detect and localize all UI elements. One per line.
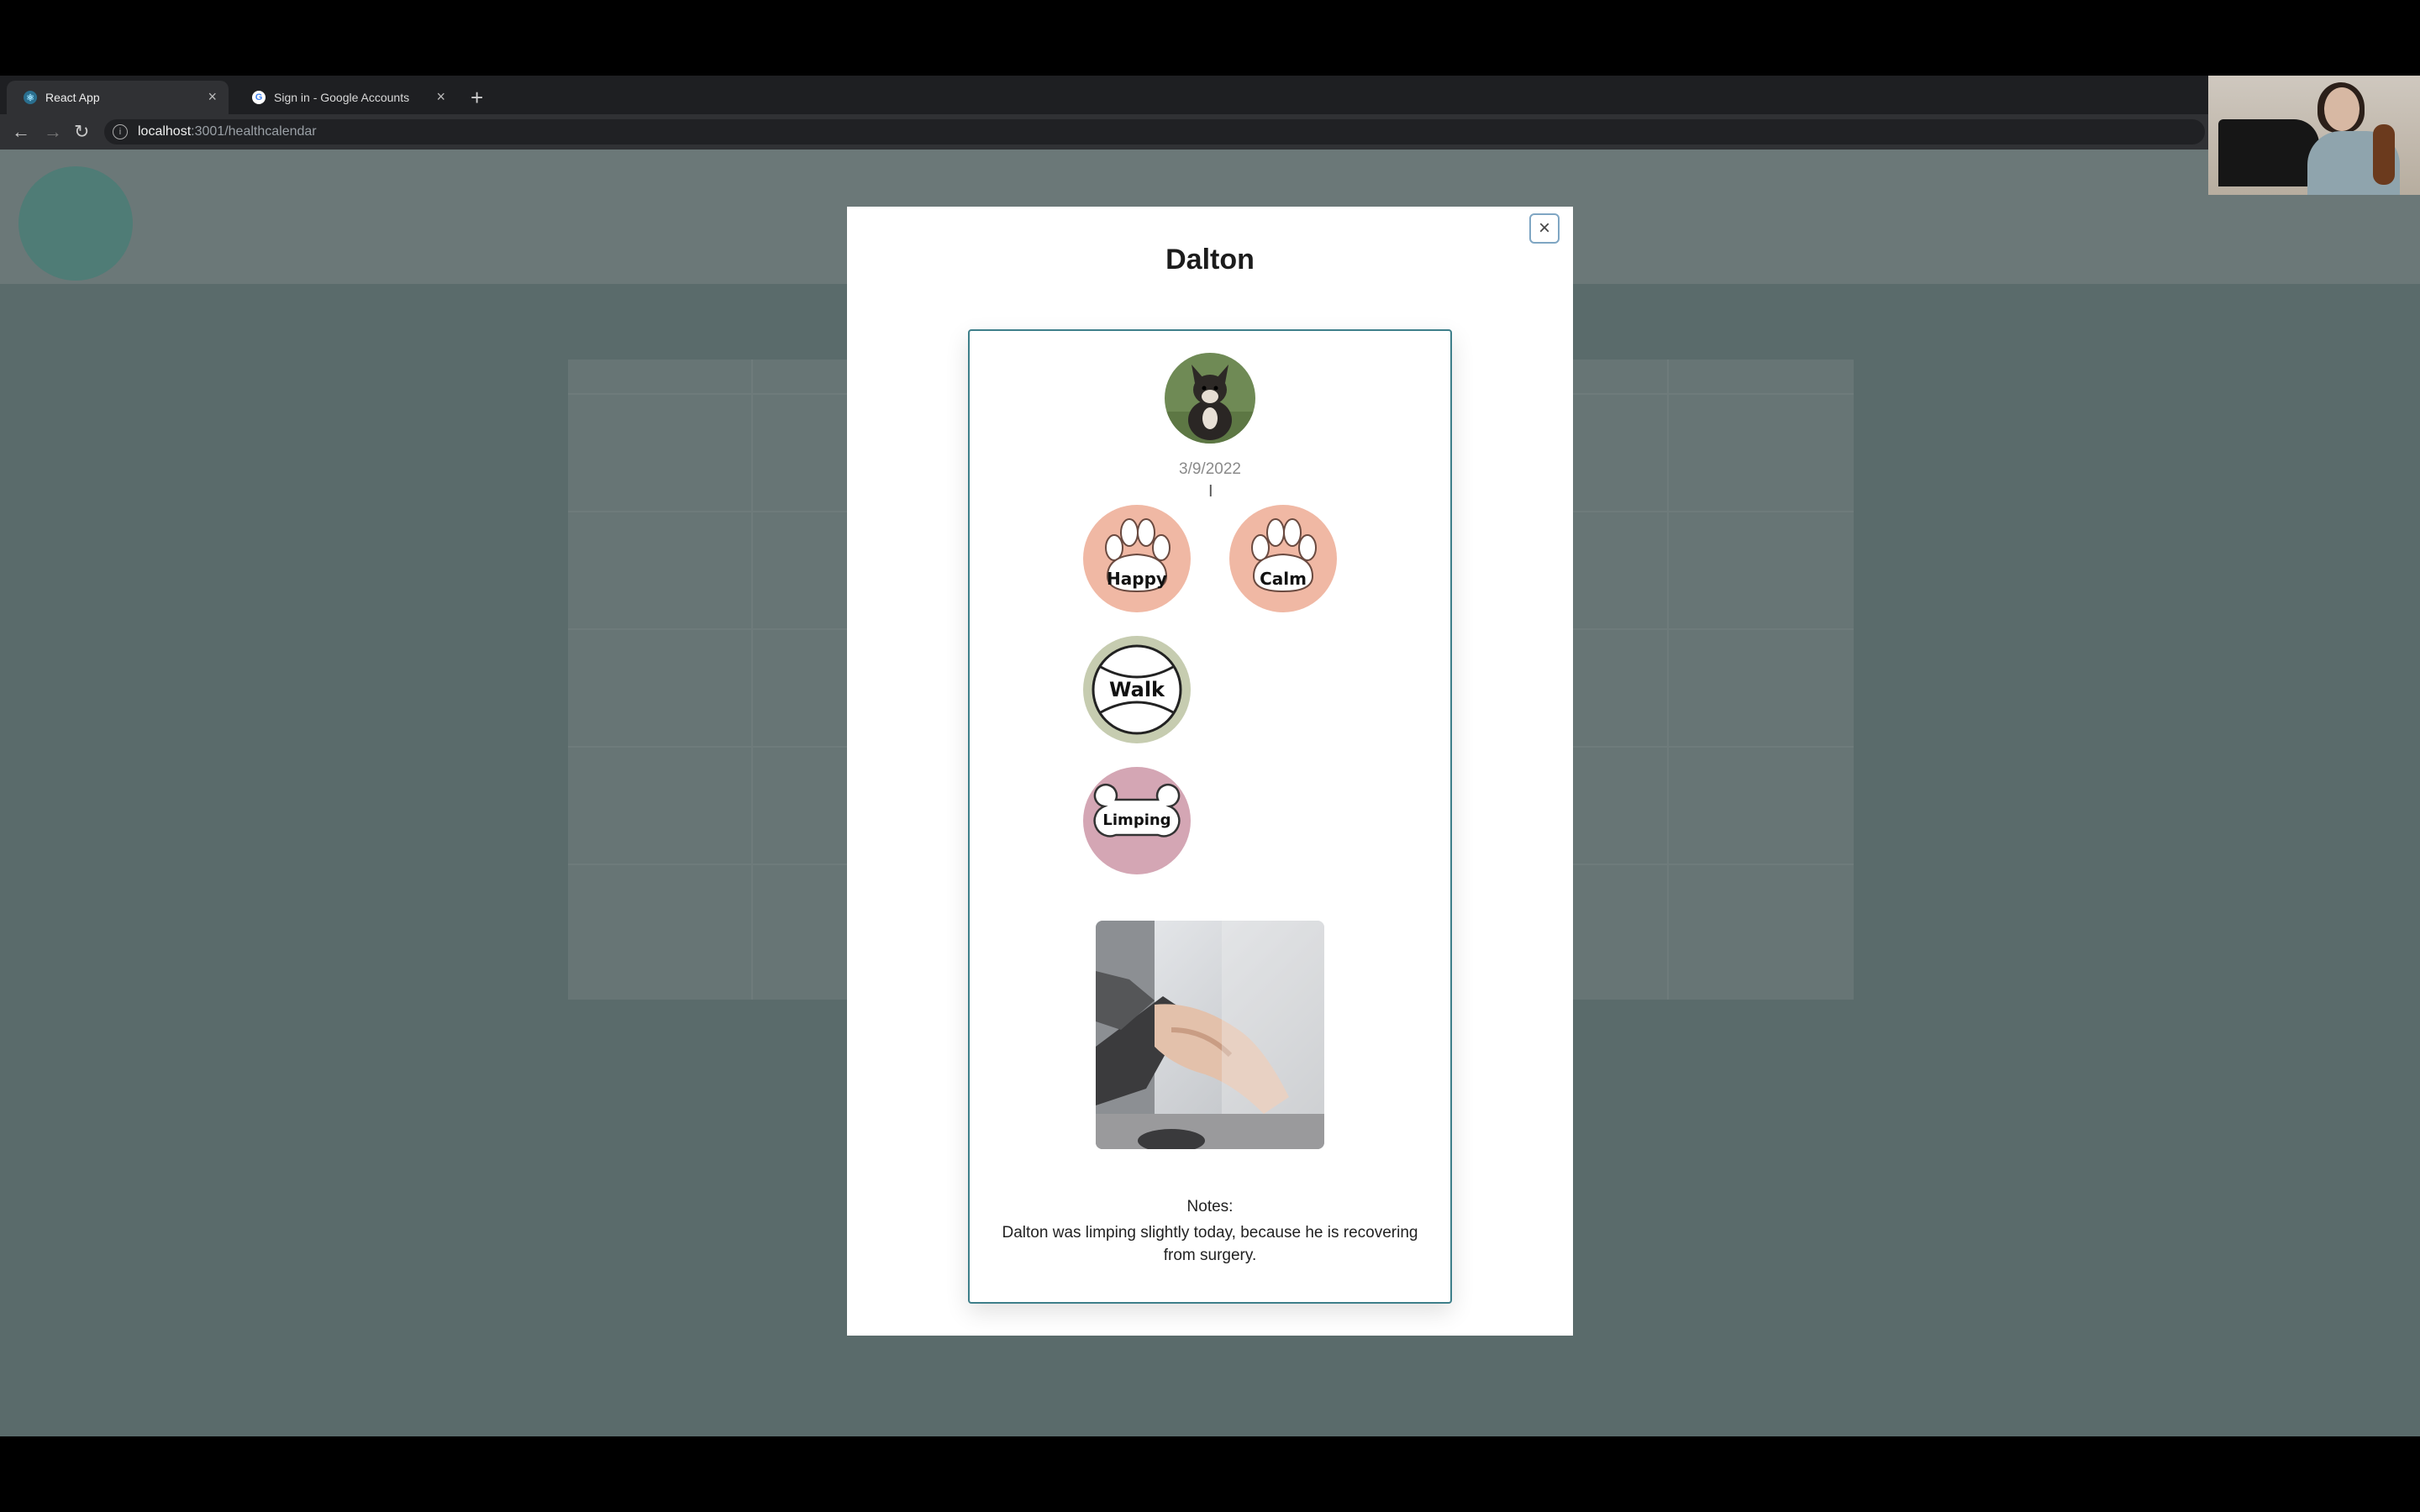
tab-title: Sign in - Google Accounts (274, 91, 410, 104)
calendar-gridline (1667, 360, 1669, 1000)
entry-date: 3/9/2022 (1179, 460, 1241, 478)
tab-title: React App (45, 91, 100, 104)
badge-label: Limping (1102, 811, 1171, 829)
url-path: :3001/healthcalendar (191, 124, 317, 139)
webcam-overlay (2208, 76, 2420, 195)
tab-close-icon[interactable]: × (436, 88, 445, 106)
google-favicon-icon: G (252, 91, 266, 104)
piano (2218, 119, 2319, 186)
text-cursor-icon: I (1208, 482, 1213, 501)
badge-limping: Limping (1082, 766, 1192, 875)
address-bar[interactable]: i localhost:3001/healthcalendar (104, 119, 2205, 144)
notes-label: Notes: (1186, 1198, 1234, 1215)
modal-close-button[interactable]: × (1529, 213, 1560, 244)
letterbox-bottom (0, 1436, 2420, 1512)
notes-text: Dalton was limping slightly today, becau… (1002, 1224, 1418, 1264)
app-logo (18, 166, 133, 281)
forward-arrow-icon[interactable]: → (44, 119, 62, 144)
letterbox-top (0, 0, 2420, 76)
badge-walk: Walk (1082, 635, 1192, 744)
modal-title: Dalton (1165, 244, 1255, 276)
back-arrow-icon[interactable]: ← (12, 119, 30, 144)
url-host: localhost (138, 124, 192, 139)
entry-photo (1096, 921, 1324, 1149)
badge-happy: Happy (1082, 504, 1192, 613)
react-favicon-icon: ⚛ (24, 91, 37, 104)
calendar-gridline (751, 360, 753, 1000)
pet-avatar (1165, 353, 1255, 444)
tab-react-app[interactable]: ⚛ React App × (7, 81, 229, 114)
tab-close-icon[interactable]: × (208, 88, 217, 106)
close-icon: × (1538, 217, 1550, 239)
badge-label: Happy (1107, 569, 1167, 589)
new-tab-icon[interactable]: + (471, 84, 483, 111)
tab-google-sign-in[interactable]: G Sign in - Google Accounts × (235, 81, 457, 114)
site-info-icon[interactable]: i (113, 124, 128, 139)
reload-icon[interactable]: ↻ (74, 119, 89, 144)
person-face (2324, 87, 2360, 131)
violin (2373, 124, 2395, 185)
badge-label: Walk (1109, 678, 1165, 701)
badge-calm: Calm (1228, 504, 1338, 613)
badge-label: Calm (1260, 569, 1307, 589)
